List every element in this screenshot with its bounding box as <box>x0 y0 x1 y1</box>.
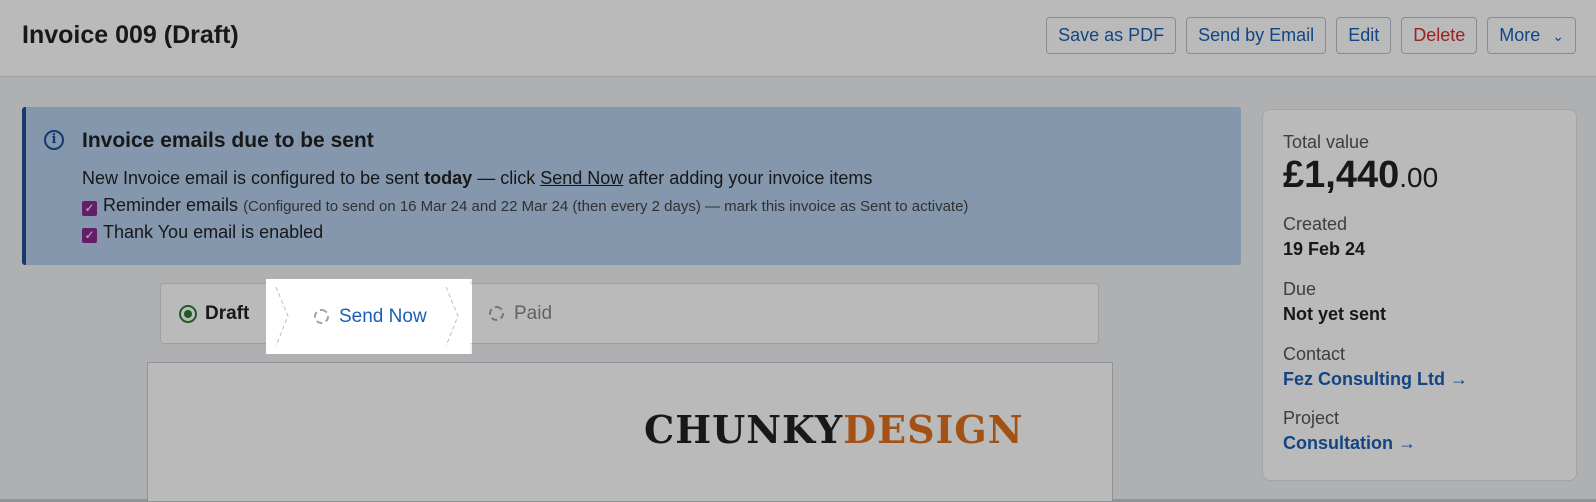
chevron-down-icon: ⌄ <box>1552 28 1564 44</box>
project-link[interactable]: Consultation → <box>1283 433 1416 454</box>
reminder-label: Reminder emails <box>103 195 239 215</box>
reminder-detail: (Configured to send on 16 Mar 24 and 22 … <box>243 198 969 215</box>
contact-link[interactable]: Fez Consulting Ltd → <box>1283 369 1468 390</box>
header-actions: Save as PDF Send by Email Edit Delete Mo… <box>1046 17 1576 54</box>
thankyou-checkbox[interactable]: ✓ <box>82 228 97 243</box>
due-label: Due <box>1283 279 1317 299</box>
total-value-label: Total value <box>1283 132 1370 152</box>
step-paid-label: Paid <box>514 302 553 324</box>
project-label: Project <box>1283 408 1340 428</box>
step-send-now[interactable]: Send Now <box>266 279 470 354</box>
banner-thankyou-line: ✓ Thank You email is enabled <box>82 222 323 243</box>
due-value: Not yet sent <box>1283 304 1387 324</box>
step-pending-icon <box>314 309 329 324</box>
step-pending-icon <box>489 306 504 321</box>
step-draft-label: Draft <box>205 302 250 324</box>
email-info-banner: i Invoice emails due to be sent New Invo… <box>22 107 1241 265</box>
step-paid: Paid <box>489 284 552 343</box>
invoice-page: Invoice 009 (Draft) Save as PDF Send by … <box>0 0 1596 502</box>
step-separator-icon <box>275 286 289 347</box>
page-header: Invoice 009 (Draft) Save as PDF Send by … <box>0 0 1596 77</box>
reminder-checkbox[interactable]: ✓ <box>82 201 97 216</box>
step-complete-icon <box>179 304 197 323</box>
line1-prefix: New Invoice email is configured to be se… <box>82 168 425 188</box>
step-separator-icon <box>445 286 459 347</box>
send-now-link[interactable]: Send Now <box>540 168 623 188</box>
invoice-preview: CHUNKYDESIGN <box>147 362 1113 502</box>
info-icon: i <box>44 130 64 150</box>
send-by-email-button[interactable]: Send by Email <box>1186 17 1327 54</box>
page-title: Invoice 009 (Draft) <box>22 21 239 49</box>
delete-button[interactable]: Delete <box>1401 17 1478 54</box>
edit-button[interactable]: Edit <box>1336 17 1392 54</box>
total-value: £1,440.00 <box>1283 154 1439 196</box>
line1-suffix: after adding your invoice items <box>623 168 873 188</box>
thankyou-label: Thank You email is enabled <box>103 222 324 242</box>
line1-mid: — click <box>472 168 541 188</box>
banner-new-invoice-line: New Invoice email is configured to be se… <box>82 168 872 189</box>
banner-reminder-line: ✓ Reminder emails (Configured to send on … <box>82 195 968 216</box>
company-logo: CHUNKYDESIGN <box>644 407 1024 452</box>
save-as-pdf-button[interactable]: Save as PDF <box>1046 17 1177 54</box>
more-label: More <box>1499 25 1541 45</box>
more-dropdown-button[interactable]: More ⌄ <box>1487 17 1576 54</box>
line1-bold: today <box>424 168 473 188</box>
banner-title: Invoice emails due to be sent <box>82 129 374 152</box>
created-value: 19 Feb 24 <box>1283 239 1366 259</box>
step-send-now-label: Send Now <box>339 305 427 327</box>
created-label: Created <box>1283 214 1348 234</box>
contact-label: Contact <box>1283 344 1346 364</box>
invoice-summary-panel: Total value £1,440.00 Created 19 Feb 24 … <box>1262 109 1577 481</box>
step-draft: Draft <box>179 284 249 343</box>
